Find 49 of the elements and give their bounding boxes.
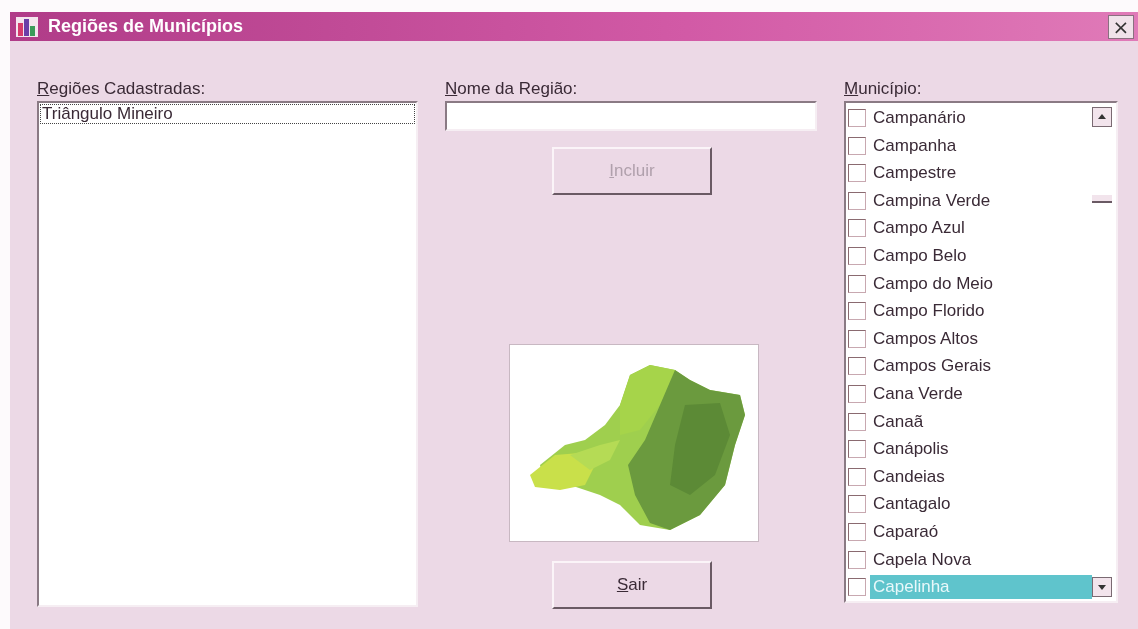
municipality-label: Município: [844, 79, 922, 101]
checkbox[interactable] [848, 274, 866, 293]
municipality-item[interactable]: Canaã [870, 409, 927, 434]
municipality-item[interactable]: Cantagalo [870, 492, 954, 517]
municipality-item[interactable]: Cana Verde [870, 382, 966, 407]
scroll-thumb[interactable] [1092, 195, 1112, 204]
checkbox[interactable] [848, 136, 866, 155]
checkbox[interactable] [848, 550, 866, 569]
checkbox[interactable] [848, 440, 866, 459]
checkbox[interactable] [848, 164, 866, 183]
checkbox[interactable] [848, 191, 866, 210]
regions-label: Regiões Cadastradas: [37, 79, 206, 101]
municipality-item[interactable]: Campina Verde [870, 188, 994, 213]
scroll-down-icon[interactable] [1092, 577, 1112, 597]
municipality-item[interactable]: Campanha [870, 133, 960, 158]
municipality-item[interactable]: Canápolis [870, 437, 952, 462]
municipality-item[interactable]: Campo Azul [870, 216, 968, 241]
municipality-item[interactable]: Capela Nova [870, 547, 975, 572]
checkbox[interactable] [848, 219, 866, 238]
municipality-list[interactable]: Campanário Campanha Campestre Campina Verde Campo Azul Campo Belo Campo do Meio Campo Florido Campos Altos Campos Gerais Cana Verde Canaã Canápolis Candeias Cantagalo Caparaó Capela Nova Capelinha [844, 101, 1118, 603]
checkbox[interactable] [848, 357, 866, 376]
municipality-item[interactable]: Campo Florido [870, 299, 988, 324]
checkbox[interactable] [848, 578, 866, 597]
municipality-item[interactable]: Candeias [870, 464, 948, 489]
scroll-up-icon[interactable] [1092, 107, 1112, 128]
region-name-label: Nome da Região: [445, 79, 578, 101]
close-button[interactable]: × [1108, 14, 1134, 39]
checkbox[interactable] [848, 385, 866, 404]
bar-chart-icon [16, 16, 38, 37]
region-item[interactable]: Triângulo Mineiro [40, 104, 415, 125]
municipality-item[interactable]: Caparaó [870, 520, 942, 544]
checkbox[interactable] [848, 109, 866, 128]
municipality-item[interactable]: Campos Altos [870, 326, 981, 351]
window-title: Regiões de Municípios [48, 16, 245, 38]
municipality-item[interactable]: Campo do Meio [870, 271, 996, 296]
municipality-item[interactable]: Campanário [870, 106, 969, 131]
checkbox[interactable] [848, 302, 866, 321]
municipality-item[interactable]: Campestre [870, 161, 960, 186]
checkbox[interactable] [848, 523, 866, 541]
checkbox[interactable] [848, 495, 866, 514]
checkbox[interactable] [848, 329, 866, 348]
checkbox[interactable] [848, 412, 866, 431]
regions-list[interactable]: Triângulo Mineiro [37, 101, 418, 607]
checkbox[interactable] [848, 247, 866, 266]
region-name-field[interactable] [445, 101, 817, 132]
checkbox[interactable] [848, 467, 866, 486]
municipality-item[interactable]: Campo Belo [870, 244, 970, 269]
municipality-item[interactable]: Campos Gerais [870, 354, 995, 379]
exit-button[interactable]: Sair [552, 561, 712, 609]
